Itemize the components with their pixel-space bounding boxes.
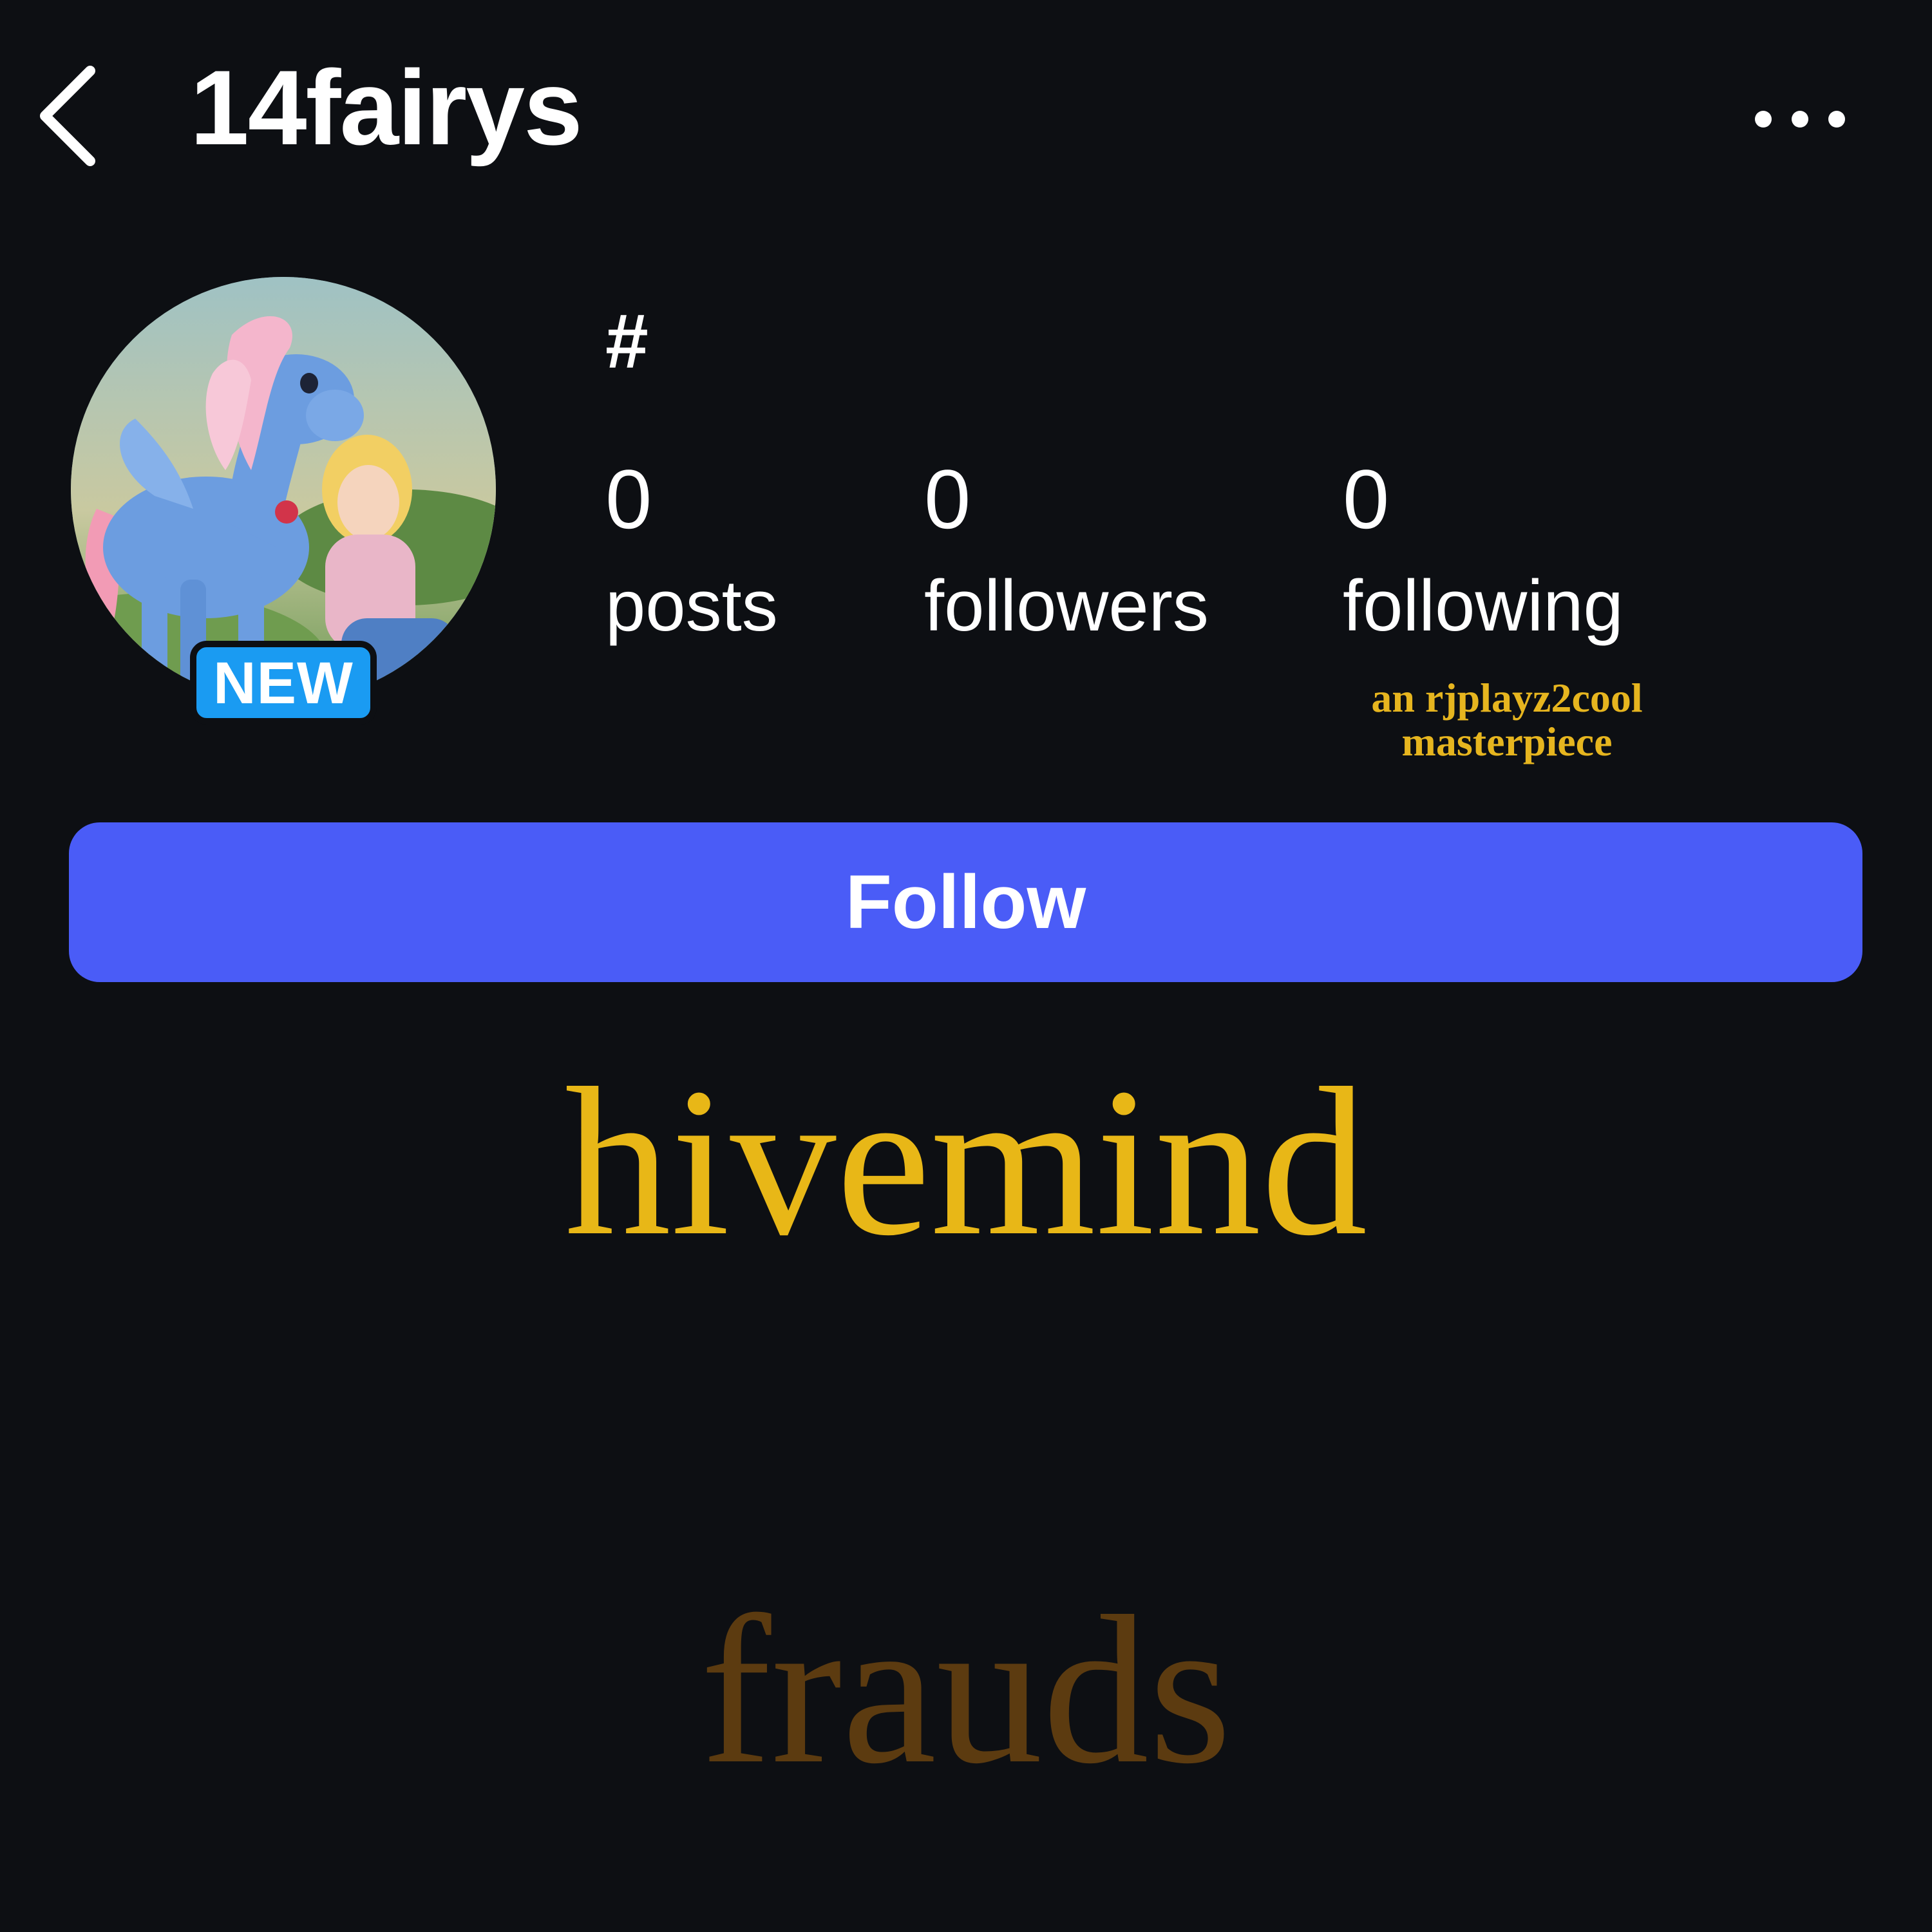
following-count: 0 [1343, 452, 1390, 546]
stat-posts[interactable]: 0 posts [605, 457, 778, 642]
top-bar: 14fairys [0, 0, 1932, 232]
chevron-left-icon[interactable] [29, 61, 106, 171]
posts-count: 0 [605, 452, 652, 546]
following-label: following [1343, 565, 1624, 646]
followers-label: followers [924, 565, 1209, 646]
followers-count: 0 [924, 452, 971, 546]
overlay-subtitle: frauds [700, 1573, 1232, 1808]
overlay-title: hivemind [564, 1045, 1368, 1280]
stat-followers[interactable]: 0 followers [924, 457, 1209, 642]
profile-username: 14fairys [190, 48, 583, 167]
avatar[interactable] [71, 277, 496, 702]
credit-watermark: an rjplayz2cool masterpiece [1340, 676, 1674, 764]
ellipsis-icon[interactable] [1752, 103, 1848, 135]
follow-button[interactable]: Follow [69, 822, 1862, 982]
avatar-container[interactable]: NEW [71, 277, 496, 724]
profile-screen: 14fairys NEW # 0 posts 0 followers 0 fol… [0, 0, 1932, 1932]
credit-line-2: masterpiece [1401, 719, 1613, 764]
credit-line-1: an rjplayz2cool [1371, 675, 1643, 721]
new-badge: NEW [190, 641, 377, 724]
posts-label: posts [605, 565, 778, 646]
profile-bio: # [605, 298, 649, 384]
stat-following[interactable]: 0 following [1343, 457, 1624, 642]
avatar-pony-illustration [71, 277, 496, 702]
